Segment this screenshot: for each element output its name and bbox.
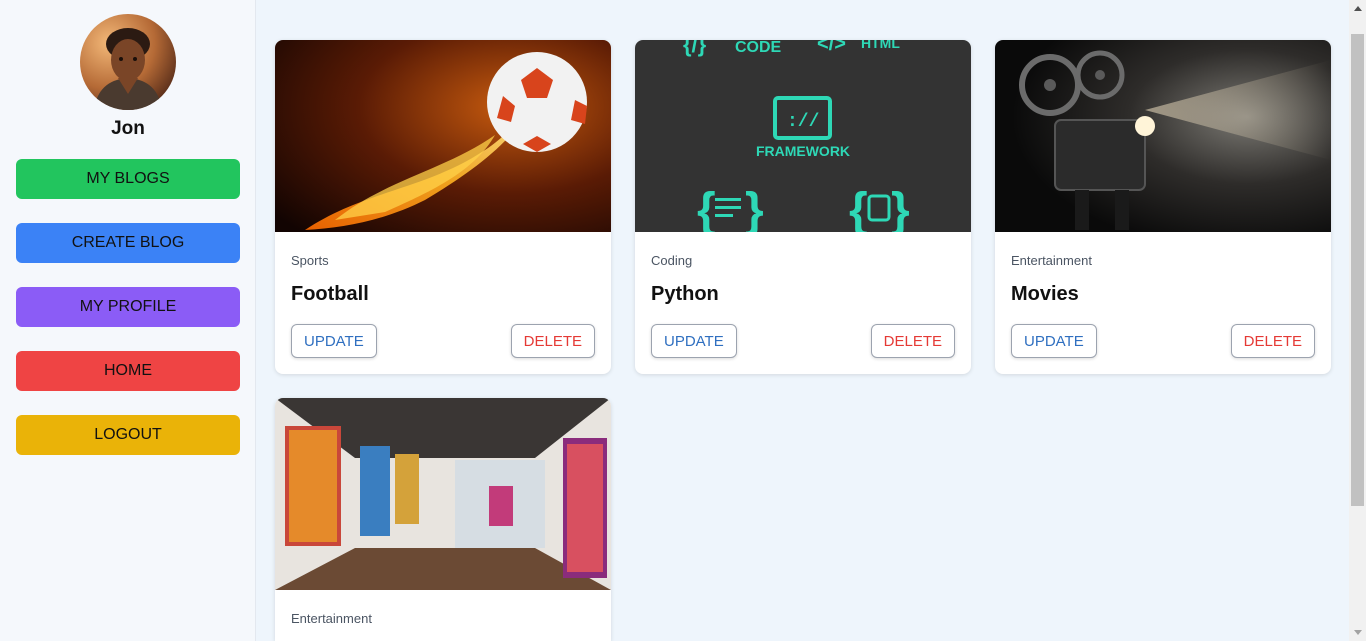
blog-card: Entertainment [275, 398, 611, 641]
blog-card-category: Entertainment [1011, 253, 1092, 268]
logout-button[interactable]: LOGOUT [16, 415, 240, 455]
blog-card-image: {/} CODE </> HTML :// FRAMEWORK { } { } [635, 40, 971, 237]
svg-text:{/}: {/} [683, 40, 707, 57]
create-blog-button[interactable]: CREATE BLOG [16, 223, 240, 263]
blog-card-category: Sports [291, 253, 329, 268]
blog-card-title: Movies [1011, 283, 1079, 305]
update-button[interactable]: UPDATE [651, 324, 737, 358]
my-profile-button[interactable]: MY PROFILE [16, 287, 240, 327]
svg-text:{: { [697, 184, 716, 232]
blog-card-title: Python [651, 283, 719, 305]
blog-card: Sports Football UPDATE DELETE [275, 40, 611, 374]
scroll-down-icon[interactable] [1354, 630, 1362, 635]
delete-button[interactable]: DELETE [1230, 324, 1315, 358]
svg-text:{: { [849, 184, 868, 232]
svg-text:}: } [745, 184, 764, 232]
svg-text:FRAMEWORK: FRAMEWORK [756, 143, 850, 159]
svg-text:CODE: CODE [735, 40, 782, 56]
update-button[interactable]: UPDATE [1011, 324, 1097, 358]
svg-text:://: :// [787, 112, 819, 132]
blog-card-image [275, 40, 611, 232]
blog-card: Entertainment Movies UPDATE DELETE [995, 40, 1331, 374]
svg-text:HTML: HTML [861, 40, 900, 51]
blog-card: {/} CODE </> HTML :// FRAMEWORK { } { } … [635, 40, 971, 374]
update-button[interactable]: UPDATE [291, 324, 377, 358]
delete-button[interactable]: DELETE [510, 324, 595, 358]
scroll-up-icon[interactable] [1354, 6, 1362, 11]
svg-text:}: } [891, 184, 910, 232]
blog-card-category: Entertainment [291, 611, 372, 626]
delete-button[interactable]: DELETE [870, 324, 955, 358]
blog-card-category: Coding [651, 253, 693, 268]
svg-text:</>: </> [817, 40, 846, 55]
sidebar: Jon MY BLOGS CREATE BLOG MY PROFILE HOME… [0, 0, 256, 641]
page-scrollbar[interactable] [1349, 0, 1366, 641]
home-button[interactable]: HOME [16, 351, 240, 391]
blog-card-image [995, 40, 1331, 232]
scrollbar-thumb[interactable] [1351, 34, 1364, 506]
blog-card-image [275, 398, 611, 590]
blog-card-title: Football [291, 283, 369, 305]
user-avatar [80, 14, 176, 110]
username: Jon [111, 118, 145, 139]
my-blogs-button[interactable]: MY BLOGS [16, 159, 240, 199]
